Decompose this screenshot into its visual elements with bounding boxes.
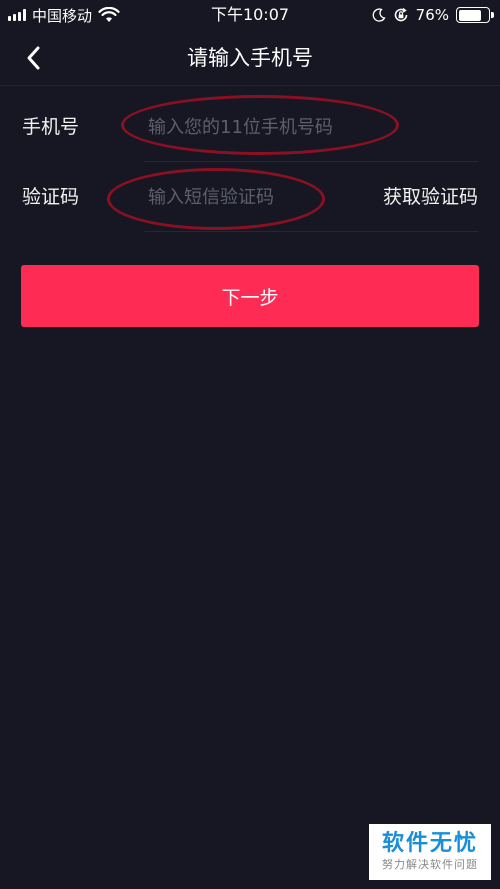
watermark-title: 软件无忧 bbox=[381, 831, 478, 856]
moon-icon bbox=[372, 8, 386, 22]
code-row: 验证码 获取验证码 bbox=[0, 162, 500, 232]
code-label: 验证码 bbox=[22, 186, 80, 208]
status-right: 76% bbox=[372, 0, 494, 30]
watermark-subtitle: 努力解决软件问题 bbox=[382, 858, 478, 871]
phone-login-screen: 中国移动 下午10:07 76% 请输入手机号 手机号 输入您的11位手机号码 … bbox=[0, 0, 500, 889]
next-step-button[interactable]: 下一步 bbox=[21, 265, 479, 327]
battery-fill bbox=[458, 9, 481, 21]
battery-percent: 76% bbox=[415, 6, 449, 24]
phone-label: 手机号 bbox=[22, 116, 80, 138]
status-bar: 中国移动 下午10:07 76% bbox=[0, 0, 500, 30]
rotation-lock-icon bbox=[394, 7, 407, 22]
page-title: 请输入手机号 bbox=[187, 46, 313, 70]
divider bbox=[144, 231, 478, 232]
phone-input[interactable] bbox=[148, 107, 448, 147]
code-input[interactable] bbox=[148, 177, 338, 217]
phone-row: 手机号 bbox=[0, 92, 500, 162]
battery-icon bbox=[456, 7, 494, 23]
watermark-logo: 软件无忧 努力解决软件问题 bbox=[369, 824, 491, 880]
get-code-button[interactable]: 获取验证码 bbox=[383, 162, 478, 232]
header: 请输入手机号 bbox=[0, 30, 500, 86]
